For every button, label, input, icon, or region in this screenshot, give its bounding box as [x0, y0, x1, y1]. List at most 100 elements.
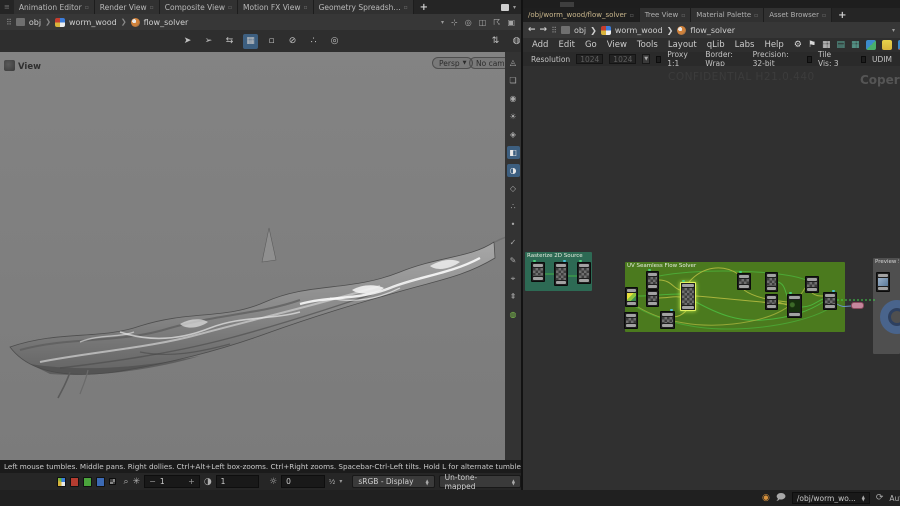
tab-close-icon[interactable]: ▫ [304, 4, 308, 11]
display-flag[interactable] [579, 260, 582, 262]
context-path-field[interactable]: /obj/worm_wo... ▲▼ [792, 492, 870, 504]
new-tab-button[interactable]: + [832, 8, 852, 22]
color-channel-all-swatch[interactable] [57, 477, 66, 487]
select-tool-icon[interactable]: ➤ [180, 34, 195, 49]
tab-close-icon[interactable]: ▫ [85, 4, 89, 11]
tab-network-path[interactable]: /obj/worm_wood/flow_solver ▫ [523, 8, 640, 22]
comment-bubble-icon[interactable]: 🗩 [776, 490, 786, 506]
ratio-caret-icon[interactable]: ▾ [339, 478, 342, 485]
menu-view[interactable]: View [607, 40, 627, 50]
tab-close-icon[interactable]: ▫ [404, 4, 408, 11]
ratio-icon[interactable]: ⅟₂ [329, 478, 336, 486]
pin-icon[interactable]: ⊹ [451, 18, 458, 27]
tab-close-icon[interactable]: ▫ [150, 4, 154, 11]
cop-node[interactable] [624, 312, 638, 329]
cop-node-colorful[interactable] [625, 287, 638, 307]
cop-node[interactable] [805, 276, 819, 293]
snap-point-icon[interactable]: ▫ [264, 34, 279, 49]
cop-node[interactable] [737, 273, 751, 290]
lighting-icon[interactable]: ☀ [507, 110, 520, 123]
render-flag[interactable] [563, 260, 566, 262]
cop-node[interactable] [554, 262, 568, 286]
forward-icon[interactable]: → [540, 25, 548, 35]
measure-icon[interactable]: ⌖ [507, 272, 520, 285]
tab-motion-fx-view[interactable]: Motion FX View ▫ [238, 0, 314, 14]
decrement-icon[interactable]: − [149, 477, 156, 486]
udim-checkbox[interactable] [861, 56, 866, 63]
inspect-icon[interactable]: ⌕ [124, 477, 129, 487]
spinner-icon[interactable]: ▲▼ [862, 495, 865, 501]
breadcrumb-flow-solver[interactable]: flow_solver [144, 18, 189, 27]
tab-asset-browser[interactable]: Asset Browser ▫ [764, 8, 832, 22]
refresh-icon[interactable]: ⟳ [876, 493, 884, 503]
cop-node-preview[interactable] [876, 272, 890, 292]
menu-go[interactable]: Go [585, 40, 597, 50]
menu-add[interactable]: Add [532, 40, 548, 50]
auto-update-dropdown[interactable]: Auto Up [889, 494, 900, 503]
spinner-icon[interactable]: ▲▼ [426, 479, 429, 485]
info-icon[interactable]: ◎ [465, 18, 472, 27]
lock-camera-icon[interactable]: ◉ [507, 92, 520, 105]
green-channel-swatch[interactable] [83, 477, 92, 487]
pane-menu-caret-icon[interactable]: ▾ [513, 4, 516, 11]
tab-close-icon[interactable]: ▫ [630, 12, 634, 19]
proxy-checkbox[interactable] [656, 56, 661, 63]
blue-channel-swatch[interactable] [96, 477, 105, 487]
menu-edit[interactable]: Edit [558, 40, 574, 50]
cop-node[interactable] [765, 294, 778, 310]
tonemap-dropdown[interactable]: Un-tone-mapped ▲▼ [439, 475, 521, 488]
colorspace-dropdown[interactable]: sRGB - Display ▲▼ [352, 475, 434, 488]
tab-close-icon[interactable]: ▫ [228, 4, 232, 11]
tab-close-icon[interactable]: ▫ [822, 12, 826, 19]
breadcrumb-flow-solver[interactable]: flow_solver [690, 26, 735, 35]
network-editor[interactable]: CONFIDENTIAL H21.0.440 Copernicus Raster… [523, 66, 900, 490]
color-palette-icon[interactable] [866, 40, 876, 50]
disable-icon[interactable]: ⊘ [285, 34, 300, 49]
cop-node[interactable] [531, 262, 545, 282]
view-options-icon[interactable]: ◬ [507, 56, 520, 69]
gamma-stepper[interactable]: − 1 + [144, 475, 200, 488]
increment-icon[interactable]: + [188, 477, 195, 486]
output-null-node[interactable] [851, 302, 864, 309]
worm-wood-model[interactable] [0, 52, 521, 460]
path-grip-icon[interactable]: ⠿ [551, 26, 557, 35]
layout-grid-icon[interactable]: ▦ [851, 40, 860, 50]
resolution-x-field[interactable]: 1024 [576, 54, 603, 64]
menu-help[interactable]: Help [764, 40, 783, 50]
path-dropdown-icon[interactable]: ▾ [892, 27, 895, 34]
tab-material-palette[interactable]: Material Palette ▫ [691, 8, 764, 22]
sticky-note-icon[interactable] [882, 40, 892, 50]
tab-composite-view[interactable]: Composite View ▫ [160, 0, 238, 14]
smooth-shaded-icon[interactable]: ◧ [507, 146, 520, 159]
breadcrumb-worm-wood[interactable]: worm_wood [69, 18, 117, 27]
cop-node-noise[interactable] [787, 294, 802, 318]
breadcrumb-worm-wood[interactable]: worm_wood [615, 26, 663, 35]
grid-view-icon[interactable]: ▦ [822, 40, 831, 50]
render-flag[interactable] [670, 309, 673, 311]
spinner-icon[interactable]: ▲▼ [512, 479, 515, 485]
breadcrumb-obj[interactable]: obj [29, 18, 41, 27]
gamma-icon[interactable]: ✳ [133, 477, 141, 487]
cop-node[interactable] [823, 292, 837, 310]
pane-maximize-icon[interactable] [501, 4, 509, 11]
panel-icon[interactable]: ▣ [507, 18, 515, 27]
cube-icon[interactable]: ◫ [479, 18, 487, 27]
cop-node[interactable] [765, 272, 778, 292]
points-display-icon[interactable]: ∴ [507, 200, 520, 213]
shading-mode-icon[interactable]: ◈ [507, 128, 520, 141]
tab-render-view[interactable]: Render View ▫ [95, 0, 160, 14]
breadcrumb-obj[interactable]: obj [574, 26, 586, 35]
path-grip-icon[interactable]: ⠿ [6, 18, 12, 27]
pane-tab-notch[interactable] [560, 2, 574, 7]
tab-geometry-spreadsheet[interactable]: Geometry Spreadsh... ▫ [314, 0, 414, 14]
display-flag[interactable] [533, 260, 536, 262]
wireframe-icon[interactable]: ◇ [507, 182, 520, 195]
tab-tree-view[interactable]: Tree View ▫ [640, 8, 692, 22]
layout-split-icon[interactable]: ▤ [837, 40, 846, 50]
tools-icon[interactable]: ⚙ [794, 40, 802, 50]
render-flag[interactable] [832, 290, 835, 292]
cop-node[interactable] [646, 271, 659, 290]
annotate-icon[interactable]: ✎ [507, 254, 520, 267]
menu-layout[interactable]: Layout [668, 40, 697, 50]
camera-tool-icon[interactable]: ◎ [327, 34, 342, 49]
